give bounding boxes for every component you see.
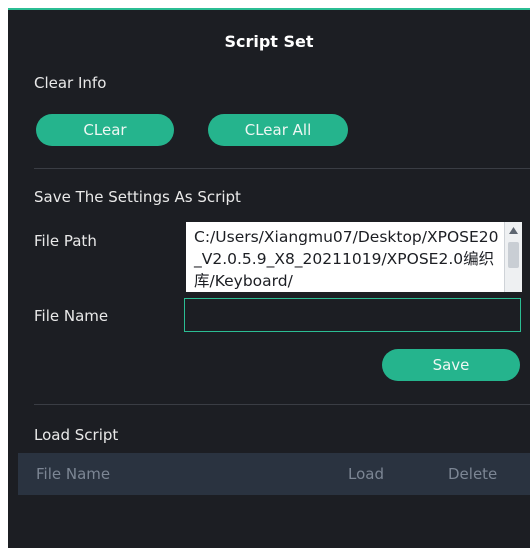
script-table-header: File Name Load Delete — [18, 453, 530, 495]
clear-info-label: Clear Info — [34, 74, 107, 92]
save-button[interactable]: Save — [382, 349, 520, 381]
scrollbar-thumb[interactable] — [508, 242, 519, 268]
save-settings-label: Save The Settings As Script — [34, 188, 241, 206]
clear-button[interactable]: CLear — [36, 114, 174, 146]
clear-all-button[interactable]: CLear All — [208, 114, 348, 146]
script-set-panel: Script Set Clear Info CLear CLear All Sa… — [8, 8, 530, 548]
section-divider — [34, 168, 530, 169]
column-delete: Delete — [448, 465, 498, 483]
file-name-input[interactable] — [184, 298, 521, 332]
file-path-scrollbar[interactable] — [504, 222, 522, 292]
panel-title: Script Set — [224, 32, 314, 51]
file-path-label: File Path — [34, 232, 97, 250]
column-file-name: File Name — [36, 465, 111, 483]
load-script-label: Load Script — [34, 426, 119, 444]
scroll-up-icon[interactable] — [507, 224, 520, 237]
file-path-field[interactable]: C:/Users/Xiangmu07/Desktop/XPOSE20_V2.0.… — [186, 222, 522, 292]
section-divider — [34, 404, 530, 405]
file-name-label: File Name — [34, 307, 109, 325]
file-path-value[interactable]: C:/Users/Xiangmu07/Desktop/XPOSE20_V2.0.… — [194, 226, 500, 292]
column-load: Load — [348, 465, 384, 483]
